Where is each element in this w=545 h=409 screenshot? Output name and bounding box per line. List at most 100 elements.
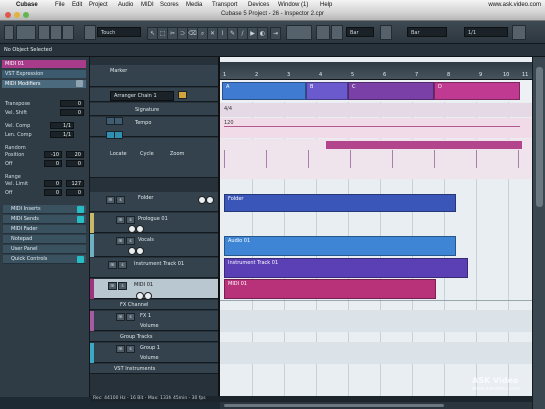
folder-record-button[interactable] [198, 196, 206, 204]
vel-shift-value[interactable]: 0 [60, 109, 84, 116]
color-tool-icon[interactable]: ◐ [257, 27, 268, 40]
automation-mode-select[interactable]: Touch [97, 27, 141, 37]
menu-app[interactable]: Cubase [16, 2, 38, 8]
midi-record-button[interactable] [136, 292, 144, 300]
arranger-event-c[interactable]: C [348, 82, 434, 100]
midi-part[interactable]: MIDI 01 [224, 279, 436, 299]
prologue-track[interactable]: Prologue 01 [90, 213, 218, 233]
snap-type-icon[interactable] [331, 25, 343, 40]
tempo-curve[interactable] [224, 126, 520, 127]
tempo-edit-button[interactable] [114, 131, 123, 139]
range-min-value[interactable]: 0 [44, 180, 62, 187]
snap-grid-select[interactable]: Bar [346, 27, 374, 37]
quick-controls-section[interactable]: Quick Controls [3, 255, 86, 264]
prologue-record-button[interactable] [128, 225, 136, 233]
midi-inserts-section[interactable]: MIDI Inserts [3, 205, 86, 214]
horizontal-scrollbar[interactable] [220, 402, 532, 409]
arranger-event-d[interactable]: D [434, 82, 520, 100]
instrument-part[interactable]: Instrument Track 01 [224, 258, 468, 278]
snap-to-zero-button[interactable] [380, 25, 392, 40]
nudge-palette[interactable] [286, 25, 312, 40]
folder-solo-button[interactable]: s [116, 196, 125, 204]
vertical-scroll-thumb[interactable] [536, 67, 543, 207]
user-panel-section[interactable]: User Panel [3, 245, 86, 254]
group1-mute-button[interactable]: m [116, 345, 125, 353]
folder-mute-button[interactable]: m [106, 196, 115, 204]
midi-sends-section[interactable]: MIDI Sends [3, 215, 86, 224]
activate-project-button[interactable] [4, 25, 14, 40]
arranger-chain-select[interactable]: Arranger Chain 1 [110, 91, 174, 101]
automation-mode-icon[interactable] [84, 25, 96, 40]
midi-modifiers-toggle-icon[interactable] [76, 80, 83, 87]
grid-type-select[interactable]: Bar [407, 27, 447, 37]
show-inspector-button[interactable] [38, 25, 50, 40]
range-off-value-b[interactable]: 0 [66, 189, 84, 196]
marker-range[interactable] [326, 141, 522, 149]
menu-file[interactable]: File [55, 2, 65, 8]
menu-midi[interactable]: MIDI [141, 2, 154, 8]
color-menu-button[interactable] [512, 25, 526, 40]
instrument-mute-button[interactable]: m [108, 261, 117, 269]
menu-window[interactable]: Window (1) [278, 2, 308, 8]
random-min-value[interactable]: -10 [44, 151, 62, 158]
arranger-event-b[interactable]: B [306, 82, 348, 100]
len-comp-value[interactable]: 1/1 [50, 131, 74, 138]
zoom-label[interactable]: Zoom [170, 151, 184, 157]
vocals-monitor-button[interactable] [136, 247, 144, 255]
midi-fader-section[interactable]: MIDI Fader [3, 225, 86, 234]
arranger-event-a[interactable]: A [222, 82, 306, 100]
fx-channel-folder[interactable]: FX Channel [90, 300, 218, 310]
vocals-record-button[interactable] [128, 247, 136, 255]
midi-sends-icon[interactable] [77, 216, 84, 223]
snap-on-off-button[interactable] [316, 25, 330, 40]
show-info-line-button[interactable] [50, 25, 62, 40]
locate-label[interactable]: Locate [110, 151, 127, 157]
prologue-mute-button[interactable]: m [116, 216, 125, 224]
cycle-label[interactable]: Cycle [140, 151, 154, 157]
arranger-mode-button[interactable] [178, 91, 187, 99]
folder-monitor-button[interactable] [206, 196, 214, 204]
menu-devices[interactable]: Devices [248, 2, 269, 8]
signature-edit-button[interactable] [114, 117, 123, 125]
ruler[interactable]: 1 2 3 4 5 6 7 8 9 10 11 [220, 62, 532, 80]
arranger-track[interactable]: Arranger Chain 1 [90, 88, 218, 102]
marker-track[interactable]: Marker [90, 65, 218, 87]
group1-track[interactable]: Group 1 Volume [90, 343, 218, 363]
group1-solo-button[interactable]: s [126, 345, 135, 353]
vst-instruments-folder[interactable]: VST Instruments [90, 364, 218, 374]
vel-comp-value[interactable]: 1/1 [50, 122, 74, 129]
menu-audio[interactable]: Audio [118, 2, 133, 8]
inspector-midi-modifiers[interactable]: MIDI Modifiers [2, 80, 86, 88]
midi-monitor-button[interactable] [144, 292, 152, 300]
inspector-vst-expression[interactable]: VST Expression [2, 70, 86, 78]
midi-inserts-icon[interactable] [77, 206, 84, 213]
menu-edit[interactable]: Edit [72, 2, 82, 8]
quantize-preset-select[interactable]: 1/1 [464, 27, 508, 37]
vocals-solo-button[interactable]: s [126, 237, 135, 245]
midi-solo-button[interactable]: s [118, 282, 127, 290]
horizontal-scroll-thumb[interactable] [224, 404, 444, 407]
folder-part[interactable]: Folder [224, 194, 456, 212]
midi-mute-button[interactable]: m [108, 282, 117, 290]
instrument-solo-button[interactable]: s [118, 261, 127, 269]
video-track[interactable]: Locate Cycle Zoom [90, 138, 218, 178]
signature-event[interactable]: 4/4 [224, 106, 232, 112]
quick-controls-icon[interactable] [77, 256, 84, 263]
vocals-mute-button[interactable]: m [116, 237, 125, 245]
signature-track[interactable]: Signature [90, 103, 218, 116]
prologue-monitor-button[interactable] [136, 225, 144, 233]
vertical-scrollbar[interactable] [532, 57, 545, 409]
menu-media[interactable]: Media [186, 2, 202, 8]
random-off-value-b[interactable]: 0 [66, 160, 84, 167]
constrain-delay-button[interactable] [16, 25, 36, 40]
range-off-value-a[interactable]: 0 [44, 189, 62, 196]
fx1-mute-button[interactable]: m [116, 313, 125, 321]
fx1-track[interactable]: FX 1 Volume [90, 311, 218, 331]
notepad-section[interactable]: Notepad [3, 235, 86, 244]
transpose-value[interactable]: 0 [60, 100, 84, 107]
menu-transport[interactable]: Transport [212, 2, 237, 8]
random-max-value[interactable]: 20 [66, 151, 84, 158]
fx1-solo-button[interactable]: s [126, 313, 135, 321]
menu-scores[interactable]: Scores [160, 2, 179, 8]
inspector-track-name[interactable]: MIDI 01 [2, 60, 86, 68]
